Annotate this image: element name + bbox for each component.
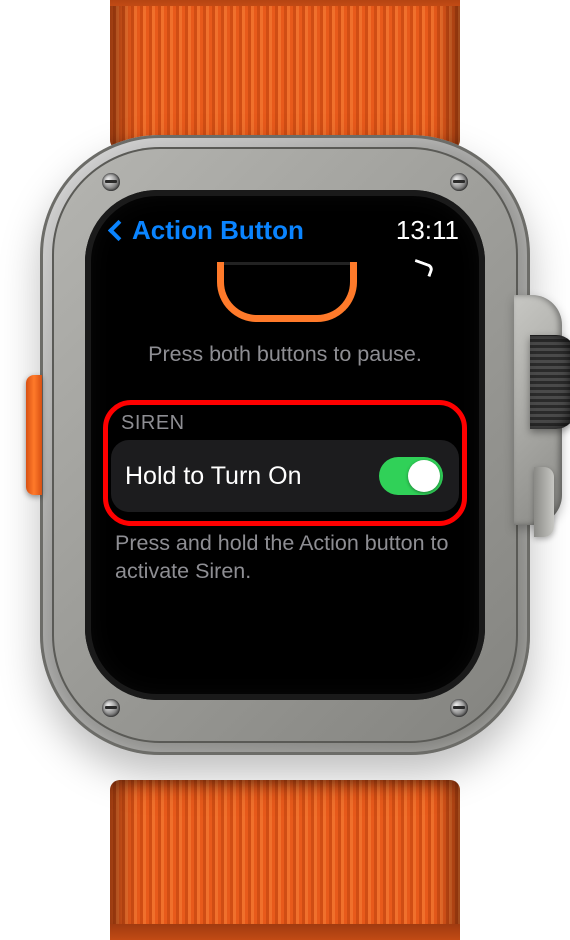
hold-to-turn-on-cell[interactable]: Hold to Turn On — [111, 440, 459, 512]
watch-band-bottom — [110, 780, 460, 940]
action-button-graphic-icon — [217, 262, 357, 322]
status-time: 13:11 — [396, 215, 459, 246]
back-button-label: Action Button — [132, 215, 304, 246]
hold-to-turn-on-toggle[interactable] — [379, 457, 443, 495]
digital-crown — [530, 335, 570, 429]
siren-section-label: SIREN — [121, 412, 185, 435]
watch-case: Action Button 13:11 Press both buttons t… — [40, 135, 530, 755]
side-button-hardware — [534, 467, 554, 537]
watch-screen: Action Button 13:11 Press both buttons t… — [85, 190, 485, 700]
crown-graphic-icon — [412, 259, 435, 277]
back-button[interactable]: Action Button — [111, 215, 304, 246]
case-screw — [450, 173, 468, 191]
chevron-back-icon — [108, 219, 129, 240]
watch-band-top — [110, 0, 460, 150]
siren-footer-label: Press and hold the Action button to acti… — [115, 530, 455, 586]
hold-to-turn-on-label: Hold to Turn On — [125, 462, 301, 491]
case-screw — [102, 699, 120, 717]
nav-header: Action Button 13:11 — [85, 210, 485, 250]
case-screw — [102, 173, 120, 191]
action-button-hardware — [26, 375, 42, 495]
pause-hint-label: Press both buttons to pause. — [85, 342, 485, 367]
case-screw — [450, 699, 468, 717]
